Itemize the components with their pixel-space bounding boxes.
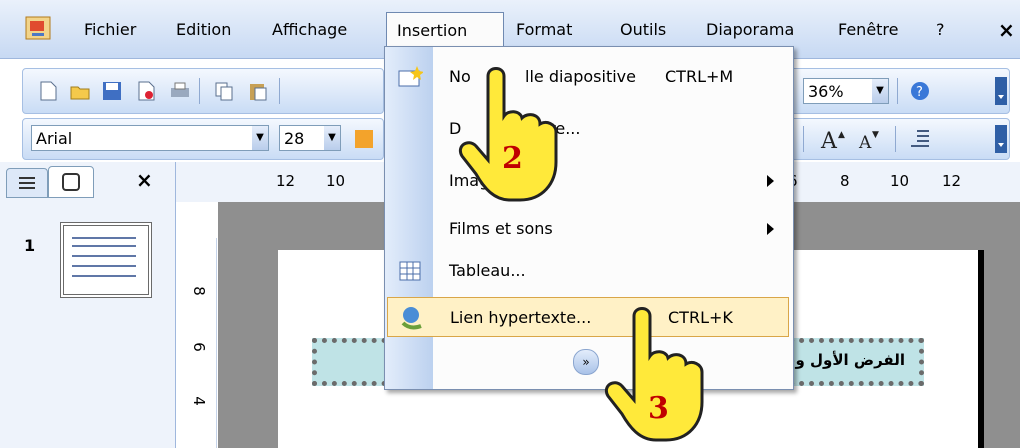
menu-outils[interactable]: Outils bbox=[620, 18, 666, 42]
toolbar-options-icon[interactable] bbox=[995, 77, 1007, 105]
font-size-value: 28 bbox=[284, 129, 305, 148]
svg-text:?: ? bbox=[916, 85, 923, 100]
ruler-tick: 4 bbox=[189, 396, 208, 406]
menu-item-hyperlink[interactable]: Lien hypertexte... CTRL+K bbox=[387, 297, 789, 337]
ruler-tick: 8 bbox=[840, 172, 850, 190]
menu-item-new-slide[interactable]: No lle diapositive CTRL+M bbox=[385, 57, 793, 97]
menu-item-films-sons[interactable]: Films et sons bbox=[385, 209, 793, 249]
submenu-arrow-icon bbox=[767, 223, 774, 235]
app-icon[interactable] bbox=[24, 14, 54, 42]
toolbar-separator bbox=[279, 78, 280, 104]
outline-icon bbox=[19, 177, 35, 189]
submenu-arrow-icon bbox=[767, 175, 774, 187]
toolbar-separator bbox=[199, 78, 200, 104]
increase-font-icon[interactable]: A ▲ bbox=[819, 127, 849, 154]
indent-icon[interactable] bbox=[909, 127, 931, 149]
permission-icon[interactable] bbox=[135, 80, 157, 102]
new-slide-icon bbox=[397, 65, 424, 94]
chevron-down-icon[interactable]: ▼ bbox=[324, 126, 340, 150]
thumbnail-lines bbox=[72, 237, 136, 277]
close-document-icon[interactable]: × bbox=[998, 18, 1015, 42]
pointer-hand-step-3: 3 bbox=[605, 307, 704, 442]
chevron-down-icon[interactable]: ▼ bbox=[872, 79, 888, 103]
menu-shortcut: CTRL+M bbox=[665, 67, 734, 86]
menu-format[interactable]: Format bbox=[516, 18, 572, 42]
pointer-hand-step-2: 2 bbox=[459, 67, 558, 202]
ruler-tick: 8 bbox=[189, 286, 208, 296]
ruler-tick: 10 bbox=[326, 172, 346, 190]
hyperlink-icon bbox=[398, 305, 424, 336]
standard-toolbar-right: 36% ▼ ? bbox=[790, 68, 1010, 114]
ruler-tick: 12 bbox=[276, 172, 296, 190]
menu-fichier[interactable]: Fichier bbox=[84, 18, 136, 42]
menu-edition[interactable]: Edition bbox=[176, 18, 231, 42]
font-size-combo[interactable]: 28 ▼ bbox=[279, 125, 341, 151]
menu-label: Lien hypertexte... bbox=[450, 308, 592, 327]
step-number-2: 2 bbox=[502, 141, 523, 176]
menu-item-tableau[interactable]: Tableau... bbox=[385, 251, 793, 291]
menu-item-image[interactable]: Image bbox=[385, 161, 793, 201]
toolbar-options-icon[interactable] bbox=[995, 125, 1007, 153]
toolbar-separator bbox=[897, 78, 898, 104]
menu-label: Tableau... bbox=[449, 261, 526, 280]
decrease-font-icon[interactable]: A ▼ bbox=[857, 127, 887, 153]
slides-panel: × 1 bbox=[0, 162, 176, 448]
zoom-combo[interactable]: 36% ▼ bbox=[803, 78, 889, 104]
print-icon[interactable] bbox=[169, 80, 191, 102]
tab-slides[interactable] bbox=[48, 166, 94, 198]
font-value: Arial bbox=[36, 129, 73, 148]
zoom-value: 36% bbox=[808, 82, 844, 101]
tab-outline[interactable] bbox=[6, 168, 48, 198]
left-ruler: 8 6 4 bbox=[186, 238, 217, 448]
ruler-tick: 12 bbox=[942, 172, 962, 190]
close-panel-icon[interactable]: × bbox=[136, 168, 153, 192]
slide-thumbnail[interactable] bbox=[60, 222, 152, 298]
table-icon bbox=[399, 261, 421, 286]
open-folder-icon[interactable] bbox=[69, 80, 91, 102]
formatting-toolbar-right: A ▲ A ▼ bbox=[790, 118, 1010, 160]
standard-toolbar bbox=[22, 68, 384, 114]
copy-icon[interactable] bbox=[213, 80, 235, 102]
menu-help[interactable]: ? bbox=[936, 18, 945, 42]
svg-text:A: A bbox=[858, 133, 872, 151]
svg-text:A: A bbox=[820, 129, 838, 151]
formatting-toolbar: Arial ▼ 28 ▼ bbox=[22, 118, 384, 160]
menu-item-duplicate-slide[interactable]: D ure... bbox=[385, 109, 793, 149]
toolbar-separator bbox=[803, 126, 804, 152]
menu-fenetre[interactable]: Fenêtre bbox=[838, 18, 899, 42]
menu-diaporama[interactable]: Diaporama bbox=[706, 18, 794, 42]
help-icon[interactable]: ? bbox=[909, 80, 931, 102]
color-icon[interactable] bbox=[353, 128, 375, 150]
paste-icon[interactable] bbox=[247, 80, 269, 102]
font-combo[interactable]: Arial ▼ bbox=[31, 125, 269, 151]
toolbar-separator bbox=[895, 126, 896, 152]
step-number-3: 3 bbox=[648, 391, 669, 426]
save-icon[interactable] bbox=[101, 80, 123, 102]
slides-icon bbox=[62, 173, 80, 191]
menu-insertion[interactable]: Insertion bbox=[386, 12, 504, 48]
menu-label: Films et sons bbox=[449, 219, 553, 238]
svg-text:▲: ▲ bbox=[838, 130, 845, 140]
insertion-menu: No lle diapositive CTRL+M D ure... Image… bbox=[384, 46, 794, 390]
new-document-icon[interactable] bbox=[37, 80, 59, 102]
menu-affichage[interactable]: Affichage bbox=[272, 18, 347, 42]
slide-number: 1 bbox=[24, 236, 36, 255]
ruler-tick: 6 bbox=[189, 342, 208, 352]
chevron-down-icon[interactable]: ▼ bbox=[252, 126, 268, 150]
ruler-tick: 10 bbox=[890, 172, 910, 190]
svg-text:▼: ▼ bbox=[872, 130, 879, 140]
